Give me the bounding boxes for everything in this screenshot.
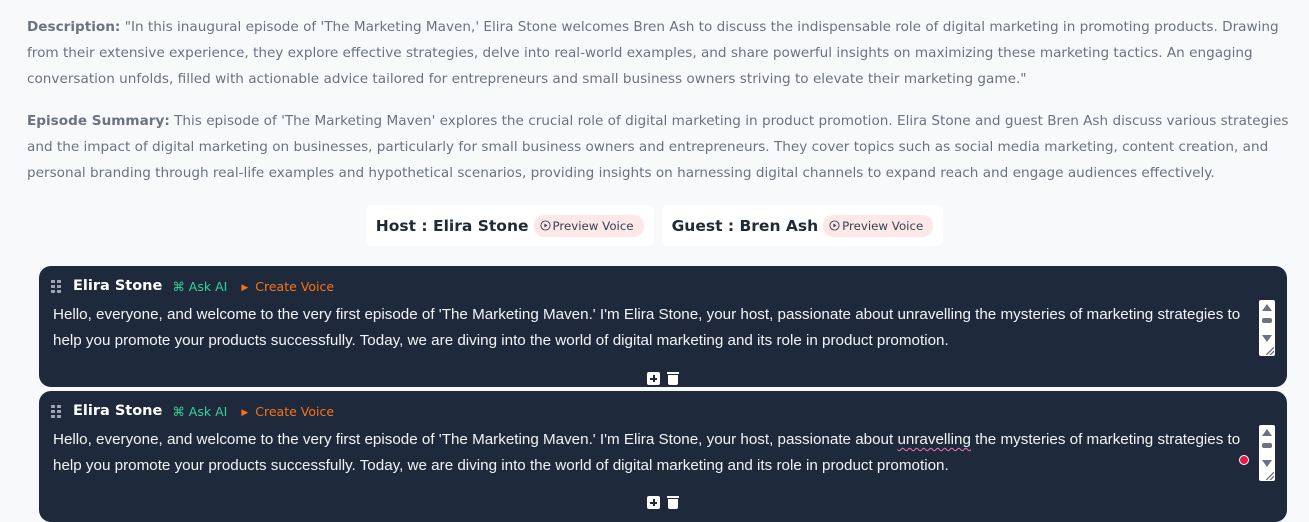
guest-name: Guest : Bren Ash bbox=[671, 216, 819, 235]
summary-text: This episode of 'The Marketing Maven' ex… bbox=[27, 113, 1289, 181]
create-voice-button[interactable]: ▶ Create Voice bbox=[241, 404, 334, 419]
scroll-thumb[interactable] bbox=[1262, 318, 1272, 323]
dialogue-block: Elira Stone ⌘ Ask AI ▶ Create Voice Hello… bbox=[39, 391, 1287, 522]
textarea-scrollbar[interactable] bbox=[1259, 425, 1275, 481]
description-text: "In this inaugural episode of 'The Marke… bbox=[27, 19, 1279, 87]
block-actions bbox=[647, 496, 679, 509]
scroll-up-icon[interactable] bbox=[1262, 429, 1272, 436]
delete-block-icon[interactable] bbox=[667, 496, 679, 509]
spellcheck-flagged-word[interactable]: unravelling bbox=[897, 431, 970, 448]
dialogue-text-word: unravelling bbox=[897, 306, 971, 323]
drag-handle-icon[interactable] bbox=[51, 404, 61, 418]
speaker-cards: Host : Elira Stone Preview Voice Guest :… bbox=[0, 205, 1309, 246]
block-actions bbox=[647, 372, 679, 385]
create-voice-label: Create Voice bbox=[255, 403, 335, 419]
textarea-scrollbar[interactable] bbox=[1259, 300, 1275, 356]
host-card: Host : Elira Stone Preview Voice bbox=[365, 205, 654, 246]
resize-grip-icon[interactable] bbox=[1266, 347, 1274, 355]
play-triangle-icon: ▶ bbox=[241, 407, 249, 418]
episode-summary: Episode Summary: This episode of 'The Ma… bbox=[27, 108, 1295, 186]
guest-preview-voice-button[interactable]: Preview Voice bbox=[823, 214, 934, 237]
ask-ai-button[interactable]: ⌘ Ask AI bbox=[172, 404, 227, 419]
play-triangle-icon: ▶ bbox=[241, 282, 249, 293]
dialogue-block-header: Elira Stone ⌘ Ask AI ▶ Create Voice bbox=[51, 276, 334, 296]
host-name: Host : Elira Stone bbox=[375, 216, 529, 235]
host-preview-voice-button[interactable]: Preview Voice bbox=[533, 214, 644, 237]
guest-preview-voice-label: Preview Voice bbox=[842, 218, 924, 233]
speaker-name: Elira Stone bbox=[73, 403, 163, 419]
ask-ai-button[interactable]: ⌘ Ask AI bbox=[172, 279, 227, 294]
description-label: Description: bbox=[27, 19, 121, 35]
scroll-up-icon[interactable] bbox=[1262, 304, 1272, 311]
add-block-icon[interactable] bbox=[647, 496, 660, 509]
dialogue-textarea[interactable]: Hello, everyone, and welcome to the very… bbox=[53, 427, 1251, 479]
episode-description: Description: "In this inaugural episode … bbox=[27, 14, 1295, 92]
resize-grip-icon[interactable] bbox=[1266, 472, 1274, 480]
create-voice-button[interactable]: ▶ Create Voice bbox=[241, 279, 334, 294]
dialogue-text-part: Hello, everyone, and welcome to the very… bbox=[53, 431, 898, 448]
scroll-down-icon[interactable] bbox=[1262, 460, 1272, 467]
add-block-icon[interactable] bbox=[647, 372, 660, 385]
delete-block-icon[interactable] bbox=[667, 372, 679, 385]
drag-handle-icon[interactable] bbox=[51, 279, 61, 293]
guest-card: Guest : Bren Ash Preview Voice bbox=[661, 205, 944, 246]
spellcheck-indicator-icon[interactable] bbox=[1239, 455, 1249, 465]
summary-label: Episode Summary: bbox=[27, 113, 170, 129]
speaker-name: Elira Stone bbox=[73, 278, 163, 294]
create-voice-label: Create Voice bbox=[255, 278, 335, 294]
scroll-thumb[interactable] bbox=[1262, 443, 1272, 448]
play-circle-icon bbox=[829, 220, 840, 231]
dialogue-textarea[interactable]: Hello, everyone, and welcome to the very… bbox=[53, 302, 1251, 354]
dialogue-block-header: Elira Stone ⌘ Ask AI ▶ Create Voice bbox=[51, 401, 334, 421]
host-preview-voice-label: Preview Voice bbox=[552, 218, 634, 233]
play-circle-icon bbox=[539, 220, 551, 231]
scroll-down-icon[interactable] bbox=[1262, 335, 1272, 342]
dialogue-block: Elira Stone ⌘ Ask AI ▶ Create Voice Hello… bbox=[39, 266, 1287, 387]
dialogue-text-part: Hello, everyone, and welcome to the very… bbox=[53, 306, 898, 323]
